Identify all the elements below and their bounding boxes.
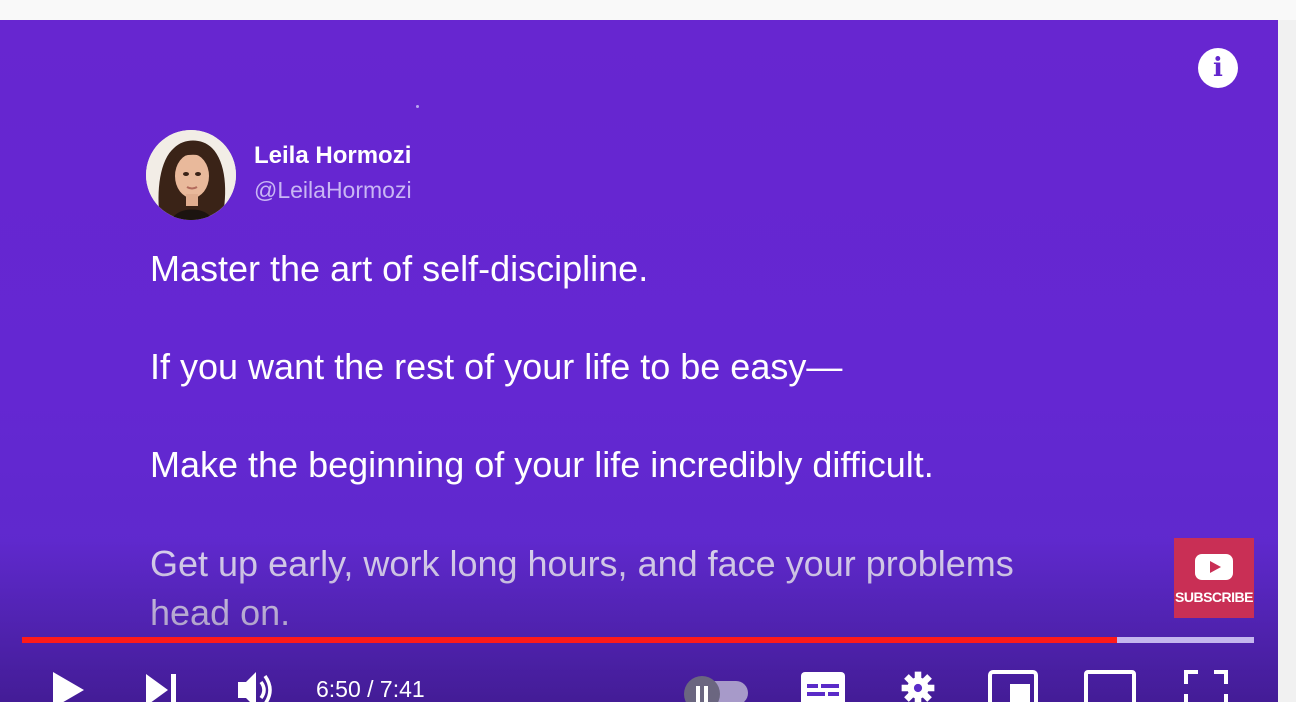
progress-bar[interactable] <box>22 637 1254 643</box>
video-player[interactable]: i Leila Hormozi @LeilaHormozi Master the… <box>0 20 1278 702</box>
theater-mode-icon[interactable] <box>1084 670 1136 702</box>
volume-icon[interactable] <box>236 670 276 702</box>
info-icon[interactable]: i <box>1198 48 1238 88</box>
youtube-logo-icon <box>1195 554 1233 580</box>
tweet-text-line: Master the art of self-discipline. <box>150 248 649 289</box>
tweet-text-line: head on. <box>150 592 291 633</box>
player-controls: 6:50 / 7:41 <box>0 656 1278 702</box>
autoplay-pause-icon <box>684 676 720 702</box>
time-display: 6:50 / 7:41 <box>316 676 425 702</box>
tweet-text-line: Make the beginning of your life incredib… <box>150 444 934 485</box>
page-scrollbar[interactable] <box>1278 20 1296 702</box>
next-icon[interactable] <box>144 670 180 702</box>
autoplay-toggle[interactable] <box>684 676 748 702</box>
tweet-author-name: Leila Hormozi <box>254 142 412 169</box>
tweet-author-handle: @LeilaHormozi <box>254 177 412 203</box>
subtitles-icon[interactable] <box>800 670 846 702</box>
progress-played <box>22 637 1118 643</box>
subscribe-watermark[interactable]: SUBSCRIBE <box>1174 538 1254 618</box>
subscribe-label: SUBSCRIBE <box>1175 589 1253 605</box>
miniplayer-icon[interactable] <box>988 670 1040 702</box>
avatar <box>146 130 236 220</box>
play-icon[interactable] <box>50 670 86 702</box>
tweet-text-line: Get up early, work long hours, and face … <box>150 543 1014 584</box>
stray-dot <box>416 105 419 108</box>
settings-icon[interactable] <box>896 670 940 702</box>
fullscreen-icon[interactable] <box>1184 670 1228 702</box>
tweet-text-line: If you want the rest of your life to be … <box>150 346 843 387</box>
